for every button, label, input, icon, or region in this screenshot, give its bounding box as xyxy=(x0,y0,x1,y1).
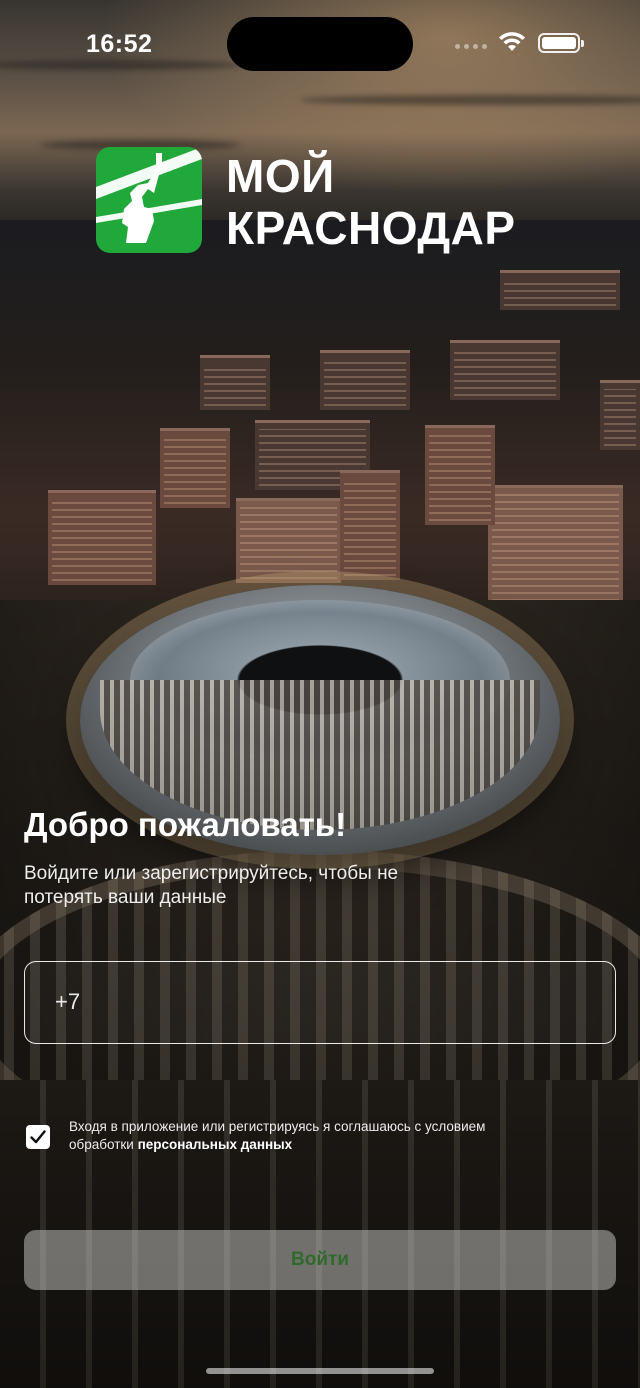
phone-field[interactable] xyxy=(24,961,616,1044)
battery-icon xyxy=(538,33,584,53)
status-time: 16:52 xyxy=(86,30,153,58)
home-indicator xyxy=(206,1368,434,1374)
phone-input[interactable] xyxy=(55,962,595,1042)
brand-line-2: КРАСНОДАР xyxy=(226,202,516,254)
cellular-icon xyxy=(455,44,487,49)
dynamic-island xyxy=(227,17,413,71)
welcome-subtitle: Войдите или зарегистрируйтесь, чтобы не … xyxy=(24,863,399,908)
welcome-title: Добро пожаловать! xyxy=(24,806,347,843)
personal-data-link[interactable]: персональных данных xyxy=(138,1137,293,1152)
consent-checkbox[interactable] xyxy=(26,1125,50,1149)
consent-text: Входя в приложение или регистрируясь я с… xyxy=(69,1118,499,1154)
login-button[interactable]: Войти xyxy=(24,1230,616,1290)
logo-icon xyxy=(96,147,202,253)
brand-name: МОЙ КРАСНОДАР xyxy=(226,150,516,254)
wifi-icon xyxy=(499,32,525,51)
checkmark-icon xyxy=(30,1130,46,1144)
brand-line-1: МОЙ xyxy=(226,150,335,202)
